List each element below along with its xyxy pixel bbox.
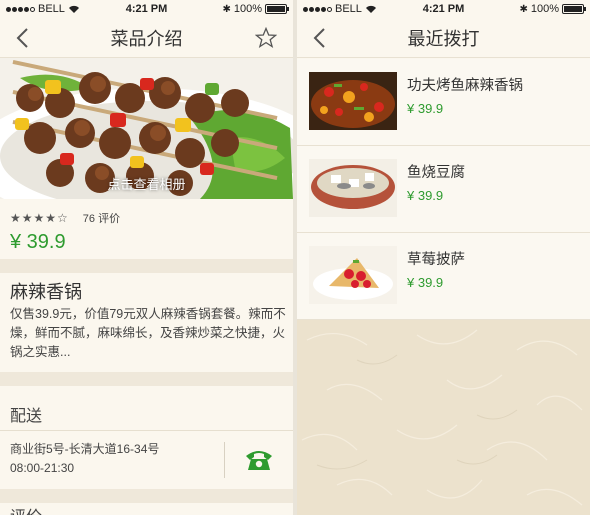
dish-description: 仅售39.9元，价值79元双人麻辣香锅套餐。辣而不燥，鲜而不腻，麻味绵长，及香辣… <box>10 307 286 359</box>
page-title: 最近拨打 <box>407 28 480 49</box>
paper-background <box>297 320 590 515</box>
page-title: 菜品介绍 <box>110 28 183 49</box>
dish-thumbnail <box>309 72 397 130</box>
dish-price: ¥ 39.9 <box>10 231 66 253</box>
rating[interactable]: ★★★★☆ 76 评价 <box>10 210 120 226</box>
dish-detail-screen: BELL 4:21 PM ✱ 100% 菜品介绍 点击查看相册 ★★★★☆ 76… <box>0 0 293 515</box>
back-icon[interactable] <box>311 27 331 49</box>
delivery-title: 配送 <box>10 408 43 425</box>
back-icon[interactable] <box>14 27 34 49</box>
list-item[interactable]: 功夫烤鱼麻辣香锅 ¥ 39.9 <box>297 59 590 146</box>
dish-photo[interactable]: 点击查看相册 <box>0 58 293 199</box>
dish-name: 鱼烧豆腐 <box>407 165 465 181</box>
delivery-info: 商业街5号-长清大道16-34号 08:00-21:30 <box>10 440 159 478</box>
dish-price: ¥ 39.9 <box>407 275 444 290</box>
status-bar: BELL 4:21 PM ✱ 100% <box>297 0 590 18</box>
status-right: ✱ 100% <box>222 3 289 15</box>
recent-calls-screen: BELL 4:21 PM ✱ 100% 最近拨打 功夫烤鱼麻辣香锅 ¥ 39.9 <box>297 0 590 515</box>
reviews-title: 评价 <box>10 503 42 515</box>
star-icon[interactable] <box>255 27 277 49</box>
divider-vertical <box>224 442 225 478</box>
section-separator <box>0 489 293 503</box>
dish-name: 草莓披萨 <box>407 252 465 268</box>
delivery-hours: 08:00-21:30 <box>10 461 75 475</box>
battery-percent: 100% <box>233 3 262 15</box>
section-separator <box>0 259 293 273</box>
dish-thumbnail <box>309 159 397 217</box>
phone-icon[interactable] <box>244 446 274 472</box>
dish-price: ¥ 39.9 <box>407 101 444 116</box>
bluetooth-icon: ✱ <box>222 3 231 15</box>
battery-percent: 100% <box>530 3 559 15</box>
dish-name: 麻辣香锅 <box>10 282 82 302</box>
list-item[interactable]: 鱼烧豆腐 ¥ 39.9 <box>297 146 590 233</box>
divider <box>0 430 293 431</box>
rating-stars: ★★★★☆ <box>10 211 69 225</box>
dish-thumbnail <box>309 246 397 304</box>
list-item[interactable]: 草莓披萨 ¥ 39.9 <box>297 233 590 320</box>
status-right: ✱ 100% <box>519 3 586 15</box>
delivery-address: 商业街5号-长清大道16-34号 <box>10 442 160 456</box>
nav-bar: 菜品介绍 <box>0 18 293 58</box>
status-bar: BELL 4:21 PM ✱ 100% <box>0 0 293 18</box>
bluetooth-icon: ✱ <box>519 3 528 15</box>
photo-caption: 点击查看相册 <box>107 177 186 192</box>
dish-name: 功夫烤鱼麻辣香锅 <box>407 78 523 94</box>
battery-icon <box>562 4 586 14</box>
nav-bar: 最近拨打 <box>297 18 590 58</box>
dish-price: ¥ 39.9 <box>407 188 444 203</box>
rating-count: 76 评价 <box>82 213 121 225</box>
section-separator <box>0 372 293 386</box>
battery-icon <box>265 4 289 14</box>
